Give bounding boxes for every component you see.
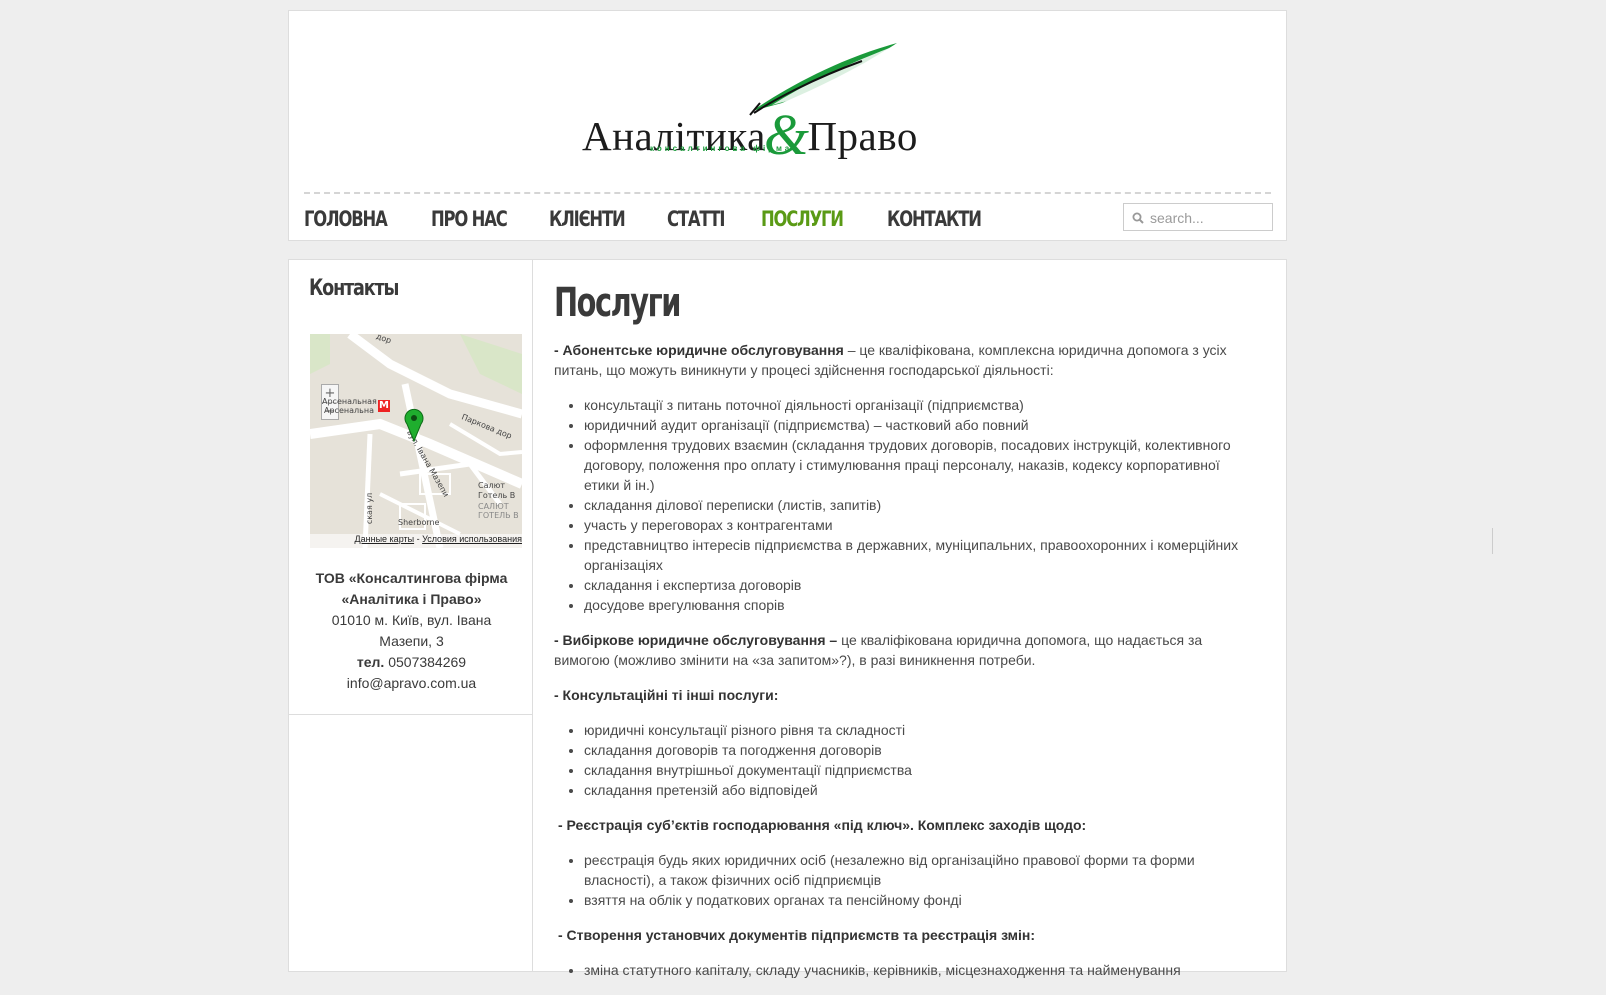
list-item: зміна статутного капіталу, складу учасни… xyxy=(584,960,1254,980)
email-address[interactable]: info@apravo.com.ua xyxy=(299,673,524,694)
scroll-indicator xyxy=(1492,528,1493,554)
logo-ampersand: & xyxy=(763,102,810,167)
contact-address: ТОВ «Консалтингова фірма «Аналітика і Пр… xyxy=(299,568,524,694)
map-label-station-ua: Арсенальна xyxy=(324,406,374,415)
section-subscription: - Абонентське юридичне обслуговування – … xyxy=(554,340,1254,380)
phone-row: тел. 0507384269 xyxy=(299,652,524,673)
main-content: Послуги - Абонентське юридичне обслугову… xyxy=(533,259,1287,978)
section-selective-lead: - Вибіркове юридичне обслуговування – xyxy=(554,632,838,648)
phone-label: тел. xyxy=(356,654,385,670)
nav-item-clients[interactable]: Клієнти xyxy=(549,207,626,231)
location-pin-icon[interactable] xyxy=(404,408,424,442)
nav-item-home[interactable]: Головна xyxy=(304,207,388,231)
map-footer: Данные карты - Условия использования xyxy=(310,534,522,548)
registration-list: реєстрація будь яких юридичних осіб (нез… xyxy=(554,850,1254,910)
section-registration: - Реєстрація суб’єктів господарювання «п… xyxy=(554,815,1254,835)
consulting-list: юридичні консультації різного рівня та с… xyxy=(554,720,1254,800)
nav-item-services[interactable]: Послуги xyxy=(761,207,844,231)
map-label-hotel4: ГОТЕЛЬ В xyxy=(478,511,519,520)
section-selective: - Вибіркове юридичне обслуговування – це… xyxy=(554,630,1254,670)
sidebar-title: Контакты xyxy=(309,276,399,301)
search-box xyxy=(1123,203,1273,231)
map-label-hotel2: Готель В xyxy=(478,491,516,500)
list-item: юридичні консультації різного рівня та с… xyxy=(584,720,1254,740)
map-footer-separator: - xyxy=(414,534,423,544)
company-name-line1: ТОВ «Консалтингова фірма xyxy=(315,570,508,586)
subscription-list: консультації з питань поточної діяльност… xyxy=(554,395,1254,615)
sidebar: Контакты + − Арсенальная Арсенальна M Па… xyxy=(288,259,533,972)
site-header: Аналітика&Право консалтингова фірма Голо… xyxy=(288,10,1287,241)
logo-wordmark: Аналітика&Право xyxy=(582,97,918,167)
list-item: складання ділової переписки (листів, зап… xyxy=(584,495,1254,515)
list-item: участь у переговорах з контрагентами xyxy=(584,515,1254,535)
list-item: складання внутрішньої документації підпр… xyxy=(584,760,1254,780)
list-item: взяття на облік у податкових органах та … xyxy=(584,890,1254,910)
list-item: реєстрація будь яких юридичних осіб (нез… xyxy=(584,850,1254,890)
list-item: юридичний аудит організації (підприємств… xyxy=(584,415,1254,435)
location-map[interactable]: + − Арсенальная Арсенальна M Паркова дор… xyxy=(310,334,522,548)
section-consulting: - Консультаційні ті інші послуги: xyxy=(554,685,1254,705)
section-founding-docs-lead: - Створення установчих документів підпри… xyxy=(558,927,1036,943)
section-subscription-lead: - Абонентське юридичне обслуговування xyxy=(554,342,844,358)
map-label-hotel1: Салют xyxy=(478,481,505,490)
list-item: представництво інтересів підприємства в … xyxy=(584,535,1254,575)
main-nav: Головна Про нас Клієнти Статті Послуги К… xyxy=(304,207,1028,231)
phone-number[interactable]: 0507384269 xyxy=(388,654,466,670)
list-item: складання претензій або відповідей xyxy=(584,780,1254,800)
search-input[interactable] xyxy=(1148,208,1272,228)
nav-divider xyxy=(304,192,1271,194)
address-line1: 01010 м. Київ, вул. Івана xyxy=(331,612,492,628)
list-item: складання і експертиза договорів xyxy=(584,575,1254,595)
services-text: - Абонентське юридичне обслуговування – … xyxy=(554,340,1254,995)
map-label-street-side: ская ул xyxy=(365,492,375,525)
list-item: консультації з питань поточної діяльност… xyxy=(584,395,1254,415)
logo-subtitle: консалтингова фірма xyxy=(650,144,793,153)
company-name-line2: «Аналітика і Право» xyxy=(341,591,482,607)
founding-docs-list: зміна статутного капіталу, складу учасни… xyxy=(554,960,1254,980)
metro-icon: M xyxy=(378,400,390,412)
list-item: досудове врегулювання спорів xyxy=(584,595,1254,615)
map-terms-link[interactable]: Условия использования xyxy=(422,534,522,544)
list-item: складання договорів та погодження догово… xyxy=(584,740,1254,760)
section-founding-docs: - Створення установчих документів підпри… xyxy=(554,925,1254,945)
map-label-hotel3: САЛЮТ xyxy=(478,502,509,511)
map-label-station-ru: Арсенальная xyxy=(322,397,377,406)
search-icon xyxy=(1132,212,1144,224)
section-consulting-lead: - Консультаційні ті інші послуги: xyxy=(554,687,779,703)
map-label-sherborne: Sherborne xyxy=(398,518,440,527)
address-line2: Мазепи, 3 xyxy=(379,633,444,649)
page-title: Послуги xyxy=(554,280,681,326)
contacts-widget: Контакты + − Арсенальная Арсенальна M Па… xyxy=(289,260,532,715)
map-data-link[interactable]: Данные карты xyxy=(355,534,415,544)
nav-item-articles[interactable]: Статті xyxy=(667,207,725,231)
logo-name-right: Право xyxy=(807,113,918,159)
section-registration-lead: - Реєстрація суб’єктів господарювання «п… xyxy=(558,817,1087,833)
site-logo[interactable]: Аналітика&Право консалтингова фірма xyxy=(582,41,917,167)
list-item: оформлення трудових взаємин (складання т… xyxy=(584,435,1254,495)
nav-item-about[interactable]: Про нас xyxy=(431,207,508,231)
nav-item-contacts[interactable]: Контакти xyxy=(887,207,982,231)
